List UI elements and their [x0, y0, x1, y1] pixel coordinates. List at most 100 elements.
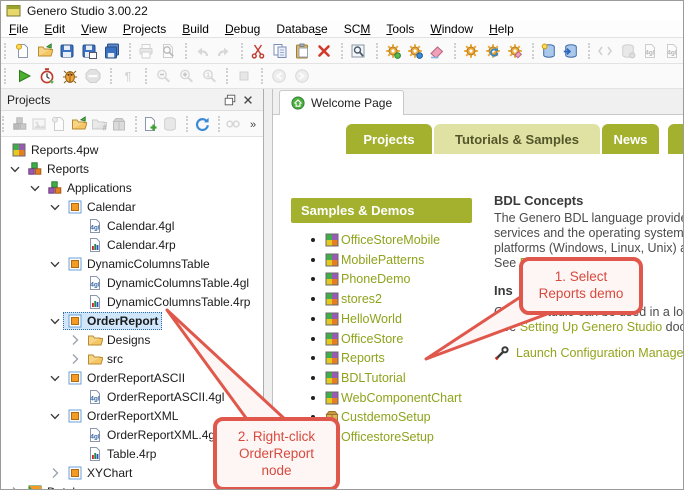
- formatting-marks-button[interactable]: ¶: [116, 65, 139, 87]
- new-project-button[interactable]: [538, 40, 560, 62]
- chevron-down-icon[interactable]: [27, 180, 43, 196]
- chevron-down-icon[interactable]: [47, 199, 63, 215]
- save-as-button[interactable]: [78, 40, 100, 62]
- menu-build[interactable]: Build: [174, 22, 217, 36]
- delete-button[interactable]: [313, 40, 335, 62]
- copy-button[interactable]: [269, 40, 291, 62]
- sample-link-officestore[interactable]: OfficeStore: [311, 330, 403, 348]
- menu-scm[interactable]: SCM: [336, 22, 379, 36]
- welcome-tab-projects[interactable]: Projects: [346, 124, 432, 154]
- sample-link-stores2[interactable]: stores2: [311, 290, 382, 308]
- tree-item-dynamiccolumnstable[interactable]: DynamicColumnsTable: [1, 254, 263, 273]
- zoom-100-button[interactable]: 1: [197, 65, 220, 87]
- float-panel-button[interactable]: [221, 91, 239, 109]
- compile-4gl-button[interactable]: 4gl: [639, 40, 661, 62]
- welcome-tab-tutorials-samples[interactable]: Tutorials & Samples: [434, 124, 600, 154]
- open-file-button[interactable]: [69, 113, 89, 135]
- add-file-button[interactable]: [140, 113, 160, 135]
- find-in-files-button[interactable]: [347, 40, 369, 62]
- setup-genero-studio-link[interactable]: Setting Up Genero Studio: [520, 320, 662, 334]
- menu-file[interactable]: File: [1, 22, 36, 36]
- chevron-down-icon[interactable]: [47, 313, 63, 329]
- tab-welcome-page[interactable]: Welcome Page: [279, 90, 405, 115]
- cut-button[interactable]: [247, 40, 269, 62]
- print-button[interactable]: [135, 40, 157, 62]
- clean-button[interactable]: [426, 40, 448, 62]
- print-preview-button[interactable]: [157, 40, 179, 62]
- tree-item-designs[interactable]: Designs: [1, 330, 263, 349]
- chevron-right-icon[interactable]: [7, 484, 23, 489]
- run-button[interactable]: [12, 65, 35, 87]
- sample-link-helloworld[interactable]: HelloWorld: [311, 310, 402, 328]
- redo-button[interactable]: [213, 40, 235, 62]
- save-all-button[interactable]: [100, 40, 122, 62]
- save-button[interactable]: [56, 40, 78, 62]
- tree-item-dynamiccolumnstable-4gl[interactable]: 4gl DynamicColumnsTable.4gl: [1, 273, 263, 292]
- profile-button[interactable]: [35, 65, 58, 87]
- clean-all-button[interactable]: [504, 40, 526, 62]
- welcome-tab-news[interactable]: News: [602, 124, 659, 154]
- new-group-button[interactable]: [10, 113, 30, 135]
- chevron-down-icon[interactable]: [7, 161, 23, 177]
- build-button[interactable]: [381, 40, 403, 62]
- new-file-button[interactable]: [12, 40, 34, 62]
- undo-button[interactable]: [191, 40, 213, 62]
- chevron-right-icon[interactable]: [67, 351, 83, 367]
- tree-item-reports[interactable]: Reports: [1, 159, 263, 178]
- sample-link-webcomponentchart[interactable]: WebComponentChart: [311, 389, 462, 407]
- menu-view[interactable]: View: [73, 22, 115, 36]
- launch-configuration-management-link[interactable]: Launch Configuration Management: [516, 346, 683, 360]
- close-panel-button[interactable]: [239, 91, 257, 109]
- menu-tools[interactable]: Tools: [378, 22, 422, 36]
- tree-item-reports-4pw[interactable]: Reports.4pw: [1, 140, 263, 159]
- tree-item-applications[interactable]: Applications: [1, 178, 263, 197]
- build-all-button[interactable]: [460, 40, 482, 62]
- chevron-down-icon[interactable]: [47, 370, 63, 386]
- menu-debug[interactable]: Debug: [217, 22, 268, 36]
- menu-projects[interactable]: Projects: [115, 22, 174, 36]
- meta-schema-button[interactable]: [617, 40, 639, 62]
- tree-item-calendar[interactable]: Calendar: [1, 197, 263, 216]
- tree-item-dynamiccolumnstable-4rp[interactable]: DynamicColumnsTable.4rp: [1, 292, 263, 311]
- sample-link-officestoremobile[interactable]: OfficeStoreMobile: [311, 231, 440, 249]
- menu-edit[interactable]: Edit: [36, 22, 73, 36]
- debug-button[interactable]: [58, 65, 81, 87]
- folder-config-button[interactable]: #: [89, 113, 109, 135]
- welcome-tab-partial[interactable]: S: [668, 124, 683, 154]
- break-button[interactable]: [232, 65, 255, 87]
- tree-item-orderreport[interactable]: OrderReport: [1, 311, 263, 330]
- menu-help[interactable]: Help: [481, 22, 522, 36]
- rebuild-all-button[interactable]: [482, 40, 504, 62]
- menu-database[interactable]: Database: [268, 22, 335, 36]
- more-button[interactable]: »: [243, 113, 263, 135]
- tree-item-orderreportascii-4gl[interactable]: 4gl OrderReportASCII.4gl: [1, 387, 263, 406]
- sample-link-bdltutorial[interactable]: BDLTutorial: [311, 369, 406, 387]
- chevron-right-icon[interactable]: [47, 465, 63, 481]
- code-view-button[interactable]: [594, 40, 616, 62]
- chevron-down-icon[interactable]: [47, 256, 63, 272]
- zoom-in-button[interactable]: [174, 65, 197, 87]
- zoom-out-button[interactable]: [151, 65, 174, 87]
- tree-item-orderreportascii[interactable]: OrderReportASCII: [1, 368, 263, 387]
- tree-item-src[interactable]: src: [1, 349, 263, 368]
- chevron-right-icon[interactable]: [67, 332, 83, 348]
- paste-button[interactable]: [291, 40, 313, 62]
- tree-item-calendar-4rp[interactable]: Calendar.4rp: [1, 235, 263, 254]
- database-button[interactable]: [160, 113, 180, 135]
- chevron-down-icon[interactable]: [47, 408, 63, 424]
- sample-link-phonedemo[interactable]: PhoneDemo: [311, 270, 411, 288]
- refresh-button[interactable]: [192, 113, 212, 135]
- tree-item-calendar-4gl[interactable]: 4gl Calendar.4gl: [1, 216, 263, 235]
- rebuild-button[interactable]: [404, 40, 426, 62]
- preview-button[interactable]: [29, 113, 49, 135]
- new-item-button[interactable]: [49, 113, 69, 135]
- sample-link-reports[interactable]: Reports: [311, 349, 385, 367]
- dependencies-button[interactable]: [223, 113, 243, 135]
- import-project-button[interactable]: [560, 40, 582, 62]
- menu-window[interactable]: Window: [422, 22, 481, 36]
- stop-button[interactable]: [81, 65, 104, 87]
- sample-link-mobilepatterns[interactable]: MobilePatterns: [311, 251, 424, 269]
- run-4gl-button[interactable]: 4gl: [661, 40, 683, 62]
- package-node-button[interactable]: [109, 113, 129, 135]
- forward-button[interactable]: [290, 65, 313, 87]
